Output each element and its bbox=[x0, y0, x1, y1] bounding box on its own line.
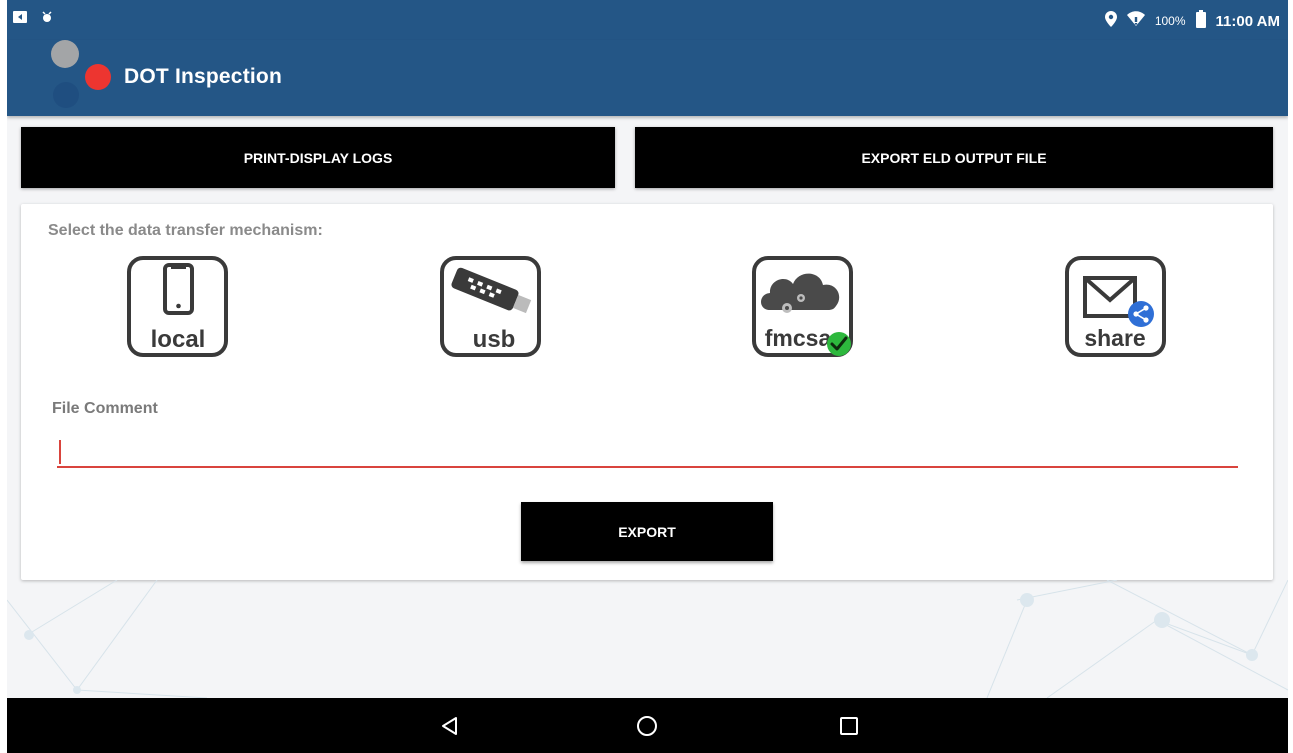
battery-icon bbox=[1195, 10, 1206, 32]
background-network-pattern bbox=[7, 580, 1288, 698]
status-bar: 100% 11:00 AM bbox=[7, 0, 1288, 40]
export-eld-output-file-button[interactable]: EXPORT ELD OUTPUT FILE bbox=[635, 127, 1273, 188]
clock: 11:00 AM bbox=[1215, 12, 1280, 30]
export-button[interactable]: EXPORT bbox=[521, 502, 773, 561]
phone-icon: local bbox=[151, 263, 206, 353]
device-screen: 100% 11:00 AM DOT Inspection PRINT-DISPL… bbox=[7, 0, 1288, 753]
location-icon bbox=[1104, 11, 1117, 31]
logo-red-dot bbox=[85, 64, 111, 90]
transfer-option-local[interactable]: local bbox=[127, 256, 228, 357]
app-logo bbox=[51, 40, 121, 112]
transfer-option-fmcsa[interactable]: fmcsa bbox=[752, 256, 853, 357]
usb-label: usb bbox=[473, 326, 516, 353]
transfer-option-share[interactable]: share bbox=[1065, 256, 1166, 357]
check-badge-icon bbox=[827, 332, 851, 356]
home-icon[interactable] bbox=[627, 710, 667, 742]
notification-icon bbox=[13, 10, 27, 29]
envelope-share-icon: share bbox=[1083, 276, 1154, 351]
fmcsa-label: fmcsa bbox=[765, 325, 832, 351]
battery-percent: 100% bbox=[1154, 14, 1186, 28]
local-label: local bbox=[151, 326, 206, 353]
transfer-mechanism-prompt: Select the data transfer mechanism: bbox=[48, 222, 323, 239]
recent-apps-icon[interactable] bbox=[829, 710, 869, 742]
usb-drive-icon: usb bbox=[451, 267, 532, 353]
print-display-logs-button[interactable]: PRINT-DISPLAY LOGS bbox=[21, 127, 615, 188]
wifi-icon bbox=[1126, 11, 1145, 31]
status-left-icons bbox=[13, 10, 53, 29]
cloud-icon: fmcsa bbox=[761, 273, 851, 356]
file-comment-label: File Comment bbox=[52, 400, 158, 417]
logo-blue-dot bbox=[53, 82, 79, 108]
share-label: share bbox=[1084, 325, 1145, 351]
logo-gray-dot bbox=[51, 40, 79, 68]
app-bar: DOT Inspection bbox=[7, 40, 1288, 116]
back-icon[interactable] bbox=[429, 710, 469, 742]
export-card: Select the data transfer mechanism: loca… bbox=[21, 204, 1273, 580]
file-comment-input[interactable] bbox=[57, 434, 1238, 468]
page-title: DOT Inspection bbox=[124, 65, 282, 88]
alarm-icon bbox=[41, 10, 53, 29]
system-navigation-bar bbox=[7, 698, 1288, 753]
status-right: 100% 11:00 AM bbox=[1104, 10, 1280, 32]
text-cursor bbox=[59, 440, 61, 464]
share-icon bbox=[1128, 301, 1154, 327]
transfer-option-usb[interactable]: usb bbox=[440, 256, 541, 357]
